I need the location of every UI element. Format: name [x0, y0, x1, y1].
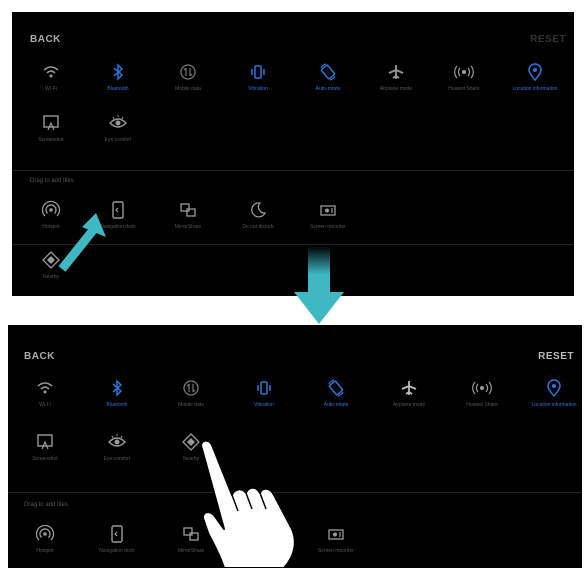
- tile-wifi[interactable]: Wi-Fi: [17, 378, 73, 409]
- tile-bluetooth[interactable]: Bluetooth: [90, 62, 146, 93]
- tile-label: Location information: [512, 86, 558, 92]
- tile-screen-recorder[interactable]: Screen recorder: [300, 200, 356, 231]
- tile-screen-recorder[interactable]: Screen recorder: [308, 524, 364, 555]
- tile-label: Hotspot: [36, 548, 54, 554]
- tile-huawei-share[interactable]: Huawei Share: [454, 378, 510, 409]
- hand-gesture-icon: [200, 439, 296, 568]
- down-arrow-icon: [294, 246, 344, 324]
- tile-mirrorshare[interactable]: MirrorShare: [160, 200, 216, 231]
- mobile-data-icon: [180, 64, 196, 80]
- tile-vibration[interactable]: Vibration: [236, 378, 292, 409]
- tile-label: Auto-rotate: [315, 86, 341, 92]
- tile-navigation-dock[interactable]: Navigation dock: [89, 524, 145, 555]
- tile-label: Eye comfort: [103, 456, 131, 462]
- wifi-icon: [37, 382, 53, 394]
- navigation-dock-icon: [111, 525, 123, 543]
- location-icon: [547, 379, 561, 398]
- tile-auto-rotate[interactable]: Auto-rotate: [308, 378, 364, 409]
- screenshot-icon: [43, 115, 59, 131]
- drag-section-label: Drag to add tiles: [30, 178, 74, 184]
- auto-rotate-icon: [320, 63, 336, 81]
- huawei-share-icon: [454, 65, 474, 79]
- bluetooth-icon: [113, 63, 124, 81]
- tile-label: Huawei Share: [448, 86, 480, 92]
- reset-button[interactable]: RESET: [538, 351, 574, 362]
- tile-screenshot[interactable]: Screenshot: [17, 432, 73, 463]
- tile-hotspot[interactable]: Hotspot: [17, 524, 73, 555]
- mobile-data-icon: [183, 380, 199, 396]
- tile-label: Screenshot: [38, 137, 64, 143]
- wifi-icon: [43, 66, 59, 78]
- tile-label: Screen recorder: [310, 224, 346, 230]
- tile-label: MirrorShare: [174, 224, 202, 230]
- tile-label: Wi-Fi: [39, 402, 51, 408]
- divider: [12, 170, 574, 171]
- tile-label: Mobile data: [175, 86, 201, 92]
- tile-label: Airplane mode: [379, 86, 413, 92]
- mirrorshare-icon: [180, 203, 196, 217]
- tile-wifi[interactable]: Wi-Fi: [23, 62, 79, 93]
- tile-label: Auto-rotate: [323, 402, 349, 408]
- tile-editor-before: BACK RESET Wi-Fi Bluetooth Mobile data V…: [12, 12, 574, 296]
- eye-icon: [108, 434, 126, 447]
- eye-icon: [109, 115, 127, 128]
- tile-label: Do not disturb: [242, 224, 274, 230]
- airplane-icon: [401, 381, 417, 395]
- tile-label: Screenshot: [32, 456, 58, 462]
- drag-arrow-icon: [58, 213, 106, 272]
- tile-label: Vibration: [248, 86, 268, 92]
- tile-label: Mobile data: [178, 402, 204, 408]
- tile-label: Eye comfort: [104, 137, 132, 143]
- tile-vibration[interactable]: Vibration: [230, 62, 286, 93]
- tile-do-not-disturb[interactable]: Do not disturb: [230, 200, 286, 231]
- tile-label: Bluetooth: [107, 86, 129, 92]
- screen-recorder-icon: [320, 205, 336, 216]
- tile-screenshot[interactable]: Screenshot: [23, 113, 79, 144]
- auto-rotate-icon: [328, 379, 344, 397]
- tile-bluetooth[interactable]: Bluetooth: [89, 378, 145, 409]
- tile-label: Wi-Fi: [45, 86, 57, 92]
- hotspot-icon: [35, 524, 55, 541]
- tile-label: Bluetooth: [106, 402, 128, 408]
- tile-label: Location information: [531, 402, 577, 408]
- tile-auto-rotate[interactable]: Auto-rotate: [300, 62, 356, 93]
- tile-editor-after: BACK RESET Wi-Fi Bluetooth Mobile data V…: [8, 325, 582, 568]
- drag-section-label: Drag to add tiles: [24, 502, 68, 508]
- moon-icon: [251, 202, 267, 218]
- tile-mobile-data[interactable]: Mobile data: [163, 378, 219, 409]
- tile-location[interactable]: Location information: [526, 378, 582, 409]
- location-icon: [528, 63, 542, 82]
- tile-label: Screen recorder: [318, 548, 354, 554]
- tile-airplane-mode[interactable]: Airplane mode: [368, 62, 424, 93]
- huawei-share-icon: [472, 381, 492, 395]
- screen-recorder-icon: [328, 529, 344, 540]
- reset-button[interactable]: RESET: [530, 34, 566, 45]
- vibration-icon: [251, 65, 265, 79]
- back-button[interactable]: BACK: [30, 34, 61, 45]
- bluetooth-icon: [112, 379, 123, 397]
- tile-label: Vibration: [254, 402, 274, 408]
- tile-label: Airplane mode: [392, 402, 426, 408]
- tile-airplane-mode[interactable]: Airplane mode: [381, 378, 437, 409]
- tile-location[interactable]: Location information: [507, 62, 563, 93]
- tile-mobile-data[interactable]: Mobile data: [160, 62, 216, 93]
- tile-label: Navigation dock: [99, 548, 135, 554]
- tile-label: Huawei Share: [466, 402, 498, 408]
- back-button[interactable]: BACK: [24, 351, 55, 362]
- airplane-icon: [388, 65, 404, 79]
- vibration-icon: [257, 381, 271, 395]
- tile-huawei-share[interactable]: Huawei Share: [436, 62, 492, 93]
- tile-eye-comfort[interactable]: Eye comfort: [90, 113, 146, 144]
- screenshot-icon: [37, 434, 53, 450]
- tile-eye-comfort[interactable]: Eye comfort: [89, 432, 145, 463]
